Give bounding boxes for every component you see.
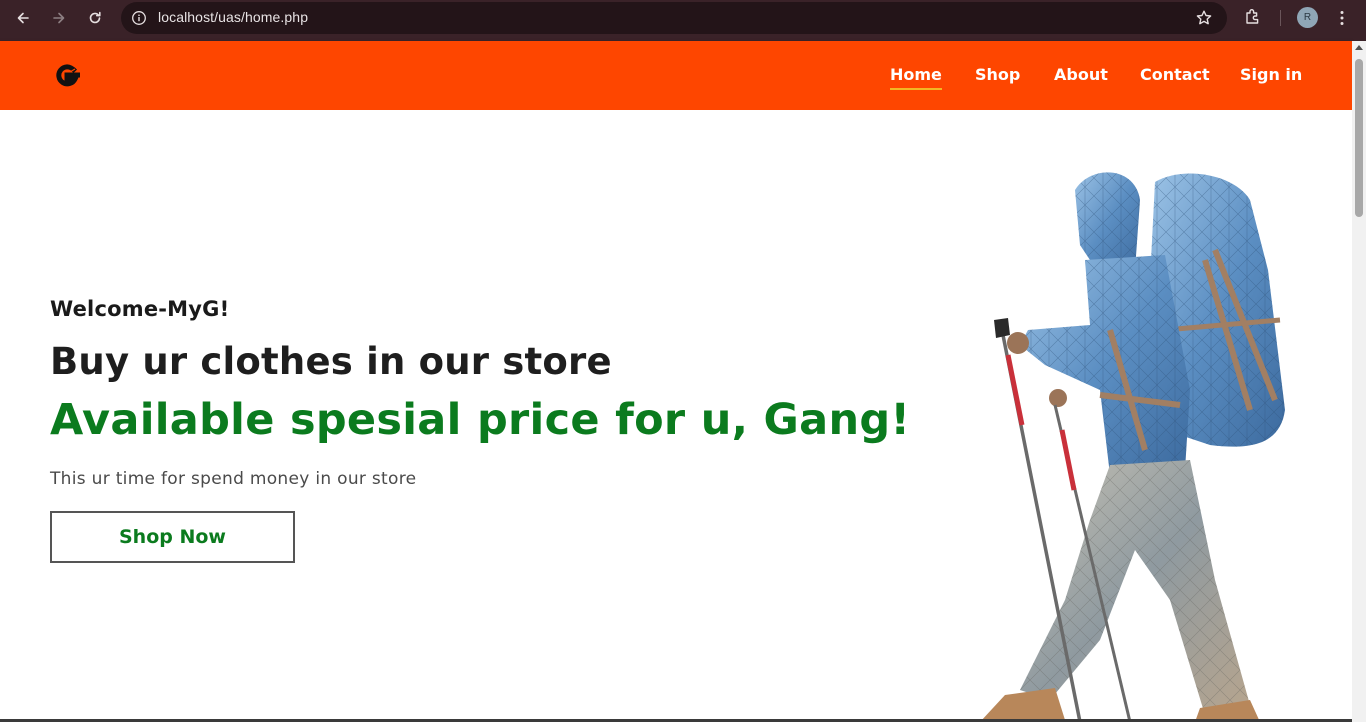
hiker-with-backpack-image (980, 172, 1285, 722)
hero-subheadline: Available spesial price for u, Gang! (50, 395, 911, 445)
url-text: localhost/uas/home.php (158, 9, 309, 25)
address-bar[interactable]: localhost/uas/home.php (121, 2, 1227, 34)
nav-link-sign-in[interactable]: Sign in (1240, 65, 1302, 84)
welcome-text: Welcome-MyG! (50, 297, 230, 321)
shop-now-button[interactable]: Shop Now (50, 511, 295, 563)
scroll-up-arrow-icon[interactable] (1355, 45, 1363, 50)
reload-button[interactable] (81, 4, 109, 32)
hero-tagline: This ur time for spend money in our stor… (50, 469, 417, 489)
nav-link-shop[interactable]: Shop (975, 65, 1020, 84)
forward-arrow-icon (53, 12, 65, 24)
scrollbar-thumb[interactable] (1355, 59, 1363, 217)
main-nav: Home Shop About Contact Sign in (0, 41, 1352, 110)
toolbar-divider (1280, 10, 1281, 26)
forward-button[interactable] (45, 4, 73, 32)
back-button[interactable] (9, 4, 37, 32)
back-arrow-icon (17, 12, 29, 24)
hero-headline: Buy ur clothes in our store (50, 340, 612, 383)
profile-avatar[interactable]: R (1297, 7, 1318, 28)
nav-link-contact[interactable]: Contact (1140, 65, 1210, 84)
site-info-icon[interactable] (131, 10, 147, 26)
bookmark-star-icon[interactable] (1195, 9, 1213, 27)
nav-link-home[interactable]: Home (890, 65, 942, 90)
extensions-puzzle-icon[interactable] (1243, 7, 1263, 27)
hero-section: Welcome-MyG! Buy ur clothes in our store… (0, 110, 1352, 722)
reload-icon (89, 11, 101, 24)
browser-toolbar: localhost/uas/home.php R (0, 0, 1366, 41)
page-scrollbar[interactable] (1352, 41, 1366, 722)
nav-link-about[interactable]: About (1054, 65, 1108, 84)
browser-menu-icon[interactable] (1333, 9, 1351, 27)
site-header: Home Shop About Contact Sign in (0, 41, 1352, 110)
